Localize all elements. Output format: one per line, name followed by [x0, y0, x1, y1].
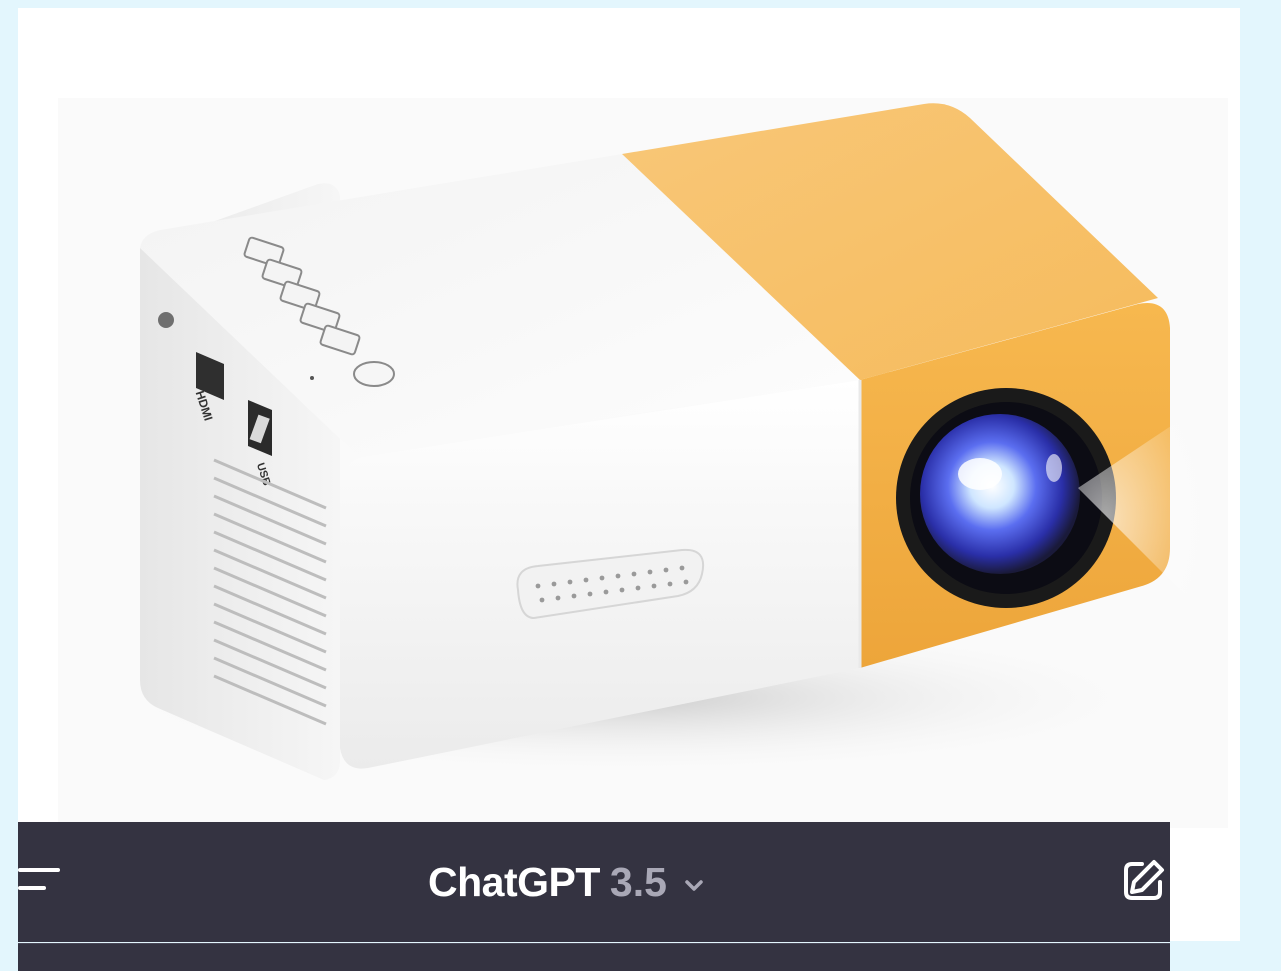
edit-icon[interactable] [1122, 858, 1166, 902]
hamburger-menu-icon[interactable] [18, 862, 64, 902]
app-title: ChatGPT [428, 858, 600, 905]
chat-header: ChatGPT 3.5 [18, 822, 1170, 945]
product-photo: HDMI USB [18, 8, 1240, 941]
model-selector[interactable]: ChatGPT 3.5 [428, 856, 705, 908]
model-version: 3.5 [609, 858, 667, 905]
chat-area-top [18, 944, 1170, 971]
projector-image: HDMI USB [58, 98, 1228, 828]
chevron-down-icon [685, 880, 703, 891]
